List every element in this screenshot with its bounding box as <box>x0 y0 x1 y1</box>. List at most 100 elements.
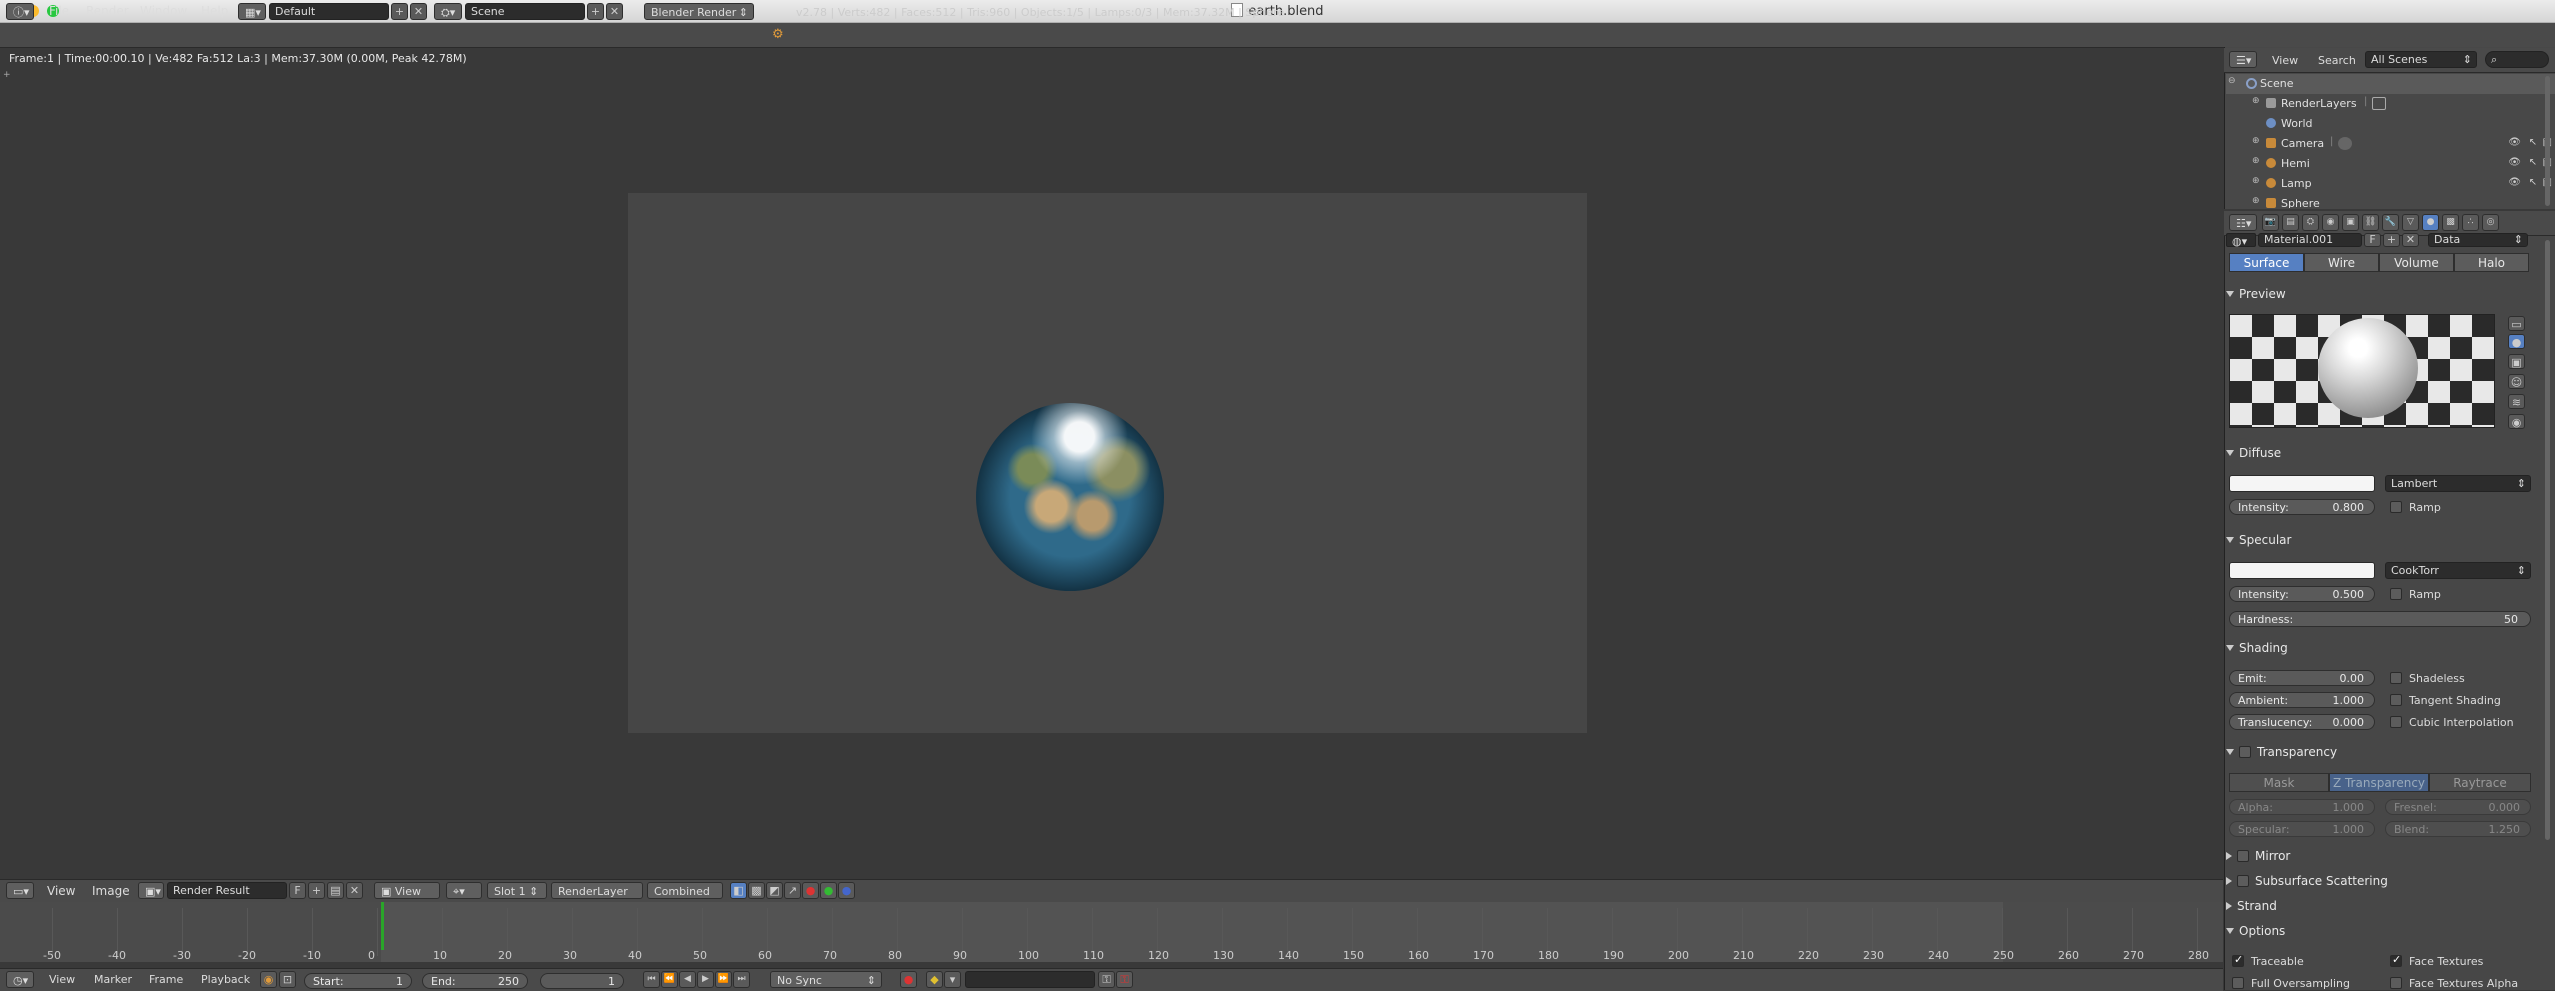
preview-flat-icon[interactable]: ▭ <box>2508 316 2525 331</box>
tangent-shading-checkbox[interactable] <box>2390 694 2402 706</box>
sss-checkbox[interactable] <box>2237 875 2249 887</box>
material-new-button[interactable]: + <box>2383 233 2400 247</box>
transparency-ztransparency-button[interactable]: Z Transparency <box>2329 773 2429 792</box>
context-data-icon[interactable]: ▽ <box>2402 214 2419 231</box>
lock-range-icon[interactable]: ⊡ <box>279 971 296 988</box>
menu-image[interactable]: Image <box>92 884 130 898</box>
mirror-checkbox[interactable] <box>2237 850 2249 862</box>
play-reverse-button[interactable]: ◀ <box>679 971 696 988</box>
full-oversampling-checkbox[interactable] <box>2232 977 2244 989</box>
diffuse-shader-dropdown[interactable]: Lambert ⇕ <box>2385 475 2531 492</box>
blue-channel-icon[interactable]: ● <box>838 882 855 899</box>
visibility-eye-icon[interactable]: 👁 <box>2508 137 2521 148</box>
context-particles-icon[interactable]: ∴ <box>2462 214 2479 231</box>
alpha-field[interactable]: Alpha: 1.000 <box>2229 799 2375 815</box>
outliner-type-icon[interactable]: ☰▾ <box>2229 51 2257 68</box>
expand-icon[interactable]: ⊕ <box>2252 136 2260 146</box>
start-frame-field[interactable]: Start: 1 <box>304 973 412 989</box>
jump-start-button[interactable]: ⏮ <box>643 971 660 988</box>
preview-range-icon[interactable]: ◉ <box>260 971 277 988</box>
menu-view[interactable]: View <box>47 884 75 898</box>
keying-icon[interactable]: ◆ <box>926 971 943 988</box>
tab-wire[interactable]: Wire <box>2304 253 2379 272</box>
image-name-field[interactable]: Render Result <box>167 882 287 899</box>
jump-end-button[interactable]: ⏭ <box>733 971 750 988</box>
view-mode-dropdown[interactable]: ▣ View ⇕ <box>374 882 440 915</box>
remove-scene-button[interactable]: ✕ <box>606 3 623 20</box>
outliner-item-world[interactable]: World <box>2226 114 2555 134</box>
shading-panel-header[interactable]: Shading <box>2226 641 2546 663</box>
menu-window[interactable]: Window <box>140 4 187 18</box>
emit-field[interactable]: Emit: 0.00 <box>2229 670 2375 686</box>
expand-icon[interactable]: ⊕ <box>2252 196 2260 206</box>
preview-monkey-icon[interactable]: ☺ <box>2508 374 2525 389</box>
end-frame-field[interactable]: End: 250 <box>422 973 528 989</box>
preview-panel-header[interactable]: Preview <box>2226 287 2546 309</box>
material-name-field[interactable]: Material.001 <box>2258 233 2362 247</box>
render-engine-dropdown[interactable]: Blender Render ⇕ <box>644 3 754 20</box>
remove-layout-button[interactable]: ✕ <box>410 3 427 20</box>
material-browse-icon[interactable]: ◍▾ <box>2226 233 2256 248</box>
visibility-eye-icon[interactable]: 👁 <box>2508 177 2521 188</box>
face-textures-checkbox[interactable]: ✓ <box>2390 953 2402 967</box>
outliner-search-input[interactable]: ⌕ <box>2485 51 2549 68</box>
corner-plus-icon[interactable]: + <box>3 70 11 80</box>
context-constraints-icon[interactable]: ⛓ <box>2362 214 2379 231</box>
preview-world-sphere-icon[interactable]: ◉ <box>2508 414 2525 429</box>
unlink-image-button[interactable]: ✕ <box>346 882 363 899</box>
context-material-icon[interactable]: ● <box>2422 214 2439 231</box>
menu-file[interactable]: File <box>49 4 69 18</box>
context-object-icon[interactable]: ▣ <box>2342 214 2359 231</box>
shadeless-checkbox[interactable] <box>2390 672 2402 684</box>
properties-scrollbar[interactable] <box>2545 240 2550 840</box>
open-image-button[interactable]: ▤ <box>327 882 344 899</box>
material-unlink-button[interactable]: ✕ <box>2402 233 2419 247</box>
outliner-menu-view[interactable]: View <box>2272 54 2298 67</box>
green-channel-icon[interactable]: ● <box>820 882 837 899</box>
preview-hair-icon[interactable]: ≋ <box>2508 394 2525 409</box>
traceable-checkbox[interactable]: ✓ <box>2232 953 2244 967</box>
display-alpha-icon[interactable]: ▩ <box>748 882 765 899</box>
scene-field[interactable]: Scene <box>465 3 585 20</box>
transparency-raytrace-button[interactable]: Raytrace <box>2429 773 2531 792</box>
layout-field[interactable]: Default <box>269 3 389 20</box>
image-browse-icon[interactable]: ▣▾ <box>138 882 164 899</box>
specular-color-swatch[interactable] <box>2229 562 2375 579</box>
outliner-item-hemi[interactable]: ⊕ Hemi 👁 ↖ ▣ <box>2226 154 2555 174</box>
outliner-item-lamp[interactable]: ⊕ Lamp 👁 ↖ ▣ <box>2226 174 2555 194</box>
image-editor-type-icon[interactable]: ▭▾ <box>6 882 34 899</box>
pivot-icon[interactable]: ⌖▾ <box>446 882 482 899</box>
context-scene-icon[interactable]: ⛭ <box>2302 214 2319 231</box>
context-render-icon[interactable]: 📷 <box>2262 214 2279 231</box>
face-textures-alpha-checkbox[interactable] <box>2390 977 2402 989</box>
outliner-scrollbar[interactable] <box>2545 76 2550 206</box>
select-arrow-icon[interactable]: ↖ <box>2529 177 2537 188</box>
timeline-menu-view[interactable]: View <box>49 973 75 986</box>
menu-marker[interactable]: Marker <box>94 973 132 986</box>
keying-set-field[interactable] <box>965 971 1095 988</box>
expand-icon[interactable]: ⊕ <box>2252 156 2260 166</box>
scene-icon[interactable]: ⛭▾ <box>434 3 462 20</box>
jump-keyframe-back-button[interactable]: ⏪ <box>661 971 678 988</box>
transparency-mask-button[interactable]: Mask <box>2229 773 2329 792</box>
expand-icon[interactable]: ⊖ <box>2228 76 2236 86</box>
context-texture-icon[interactable]: ▩ <box>2442 214 2459 231</box>
display-color-icon[interactable]: ◧ <box>730 882 747 899</box>
tab-volume[interactable]: Volume <box>2379 253 2454 272</box>
outliner-item-camera[interactable]: ⊕ Camera | 👁 ↖ ▣ <box>2226 134 2555 154</box>
tab-halo[interactable]: Halo <box>2454 253 2529 272</box>
play-button[interactable]: ▶ <box>697 971 714 988</box>
context-world-icon[interactable]: ◉ <box>2322 214 2339 231</box>
select-arrow-icon[interactable]: ↖ <box>2529 157 2537 168</box>
properties-type-icon[interactable]: ☷▾ <box>2229 214 2257 231</box>
screen-layout-icon[interactable]: ▦▾ <box>238 3 266 20</box>
delete-keyframe-icon[interactable]: ⚿ <box>1116 971 1133 988</box>
outliner-item-scene[interactable]: ⊖ Scene <box>2226 74 2555 94</box>
strand-panel-header[interactable]: Strand <box>2226 899 2546 921</box>
editor-type-menu[interactable]: ⓘ▾ <box>6 3 34 20</box>
blend-field[interactable]: Blend: 1.250 <box>2385 821 2531 837</box>
tab-surface[interactable]: Surface <box>2229 253 2304 272</box>
cubic-interpolation-checkbox[interactable] <box>2390 716 2402 728</box>
outliner-menu-search[interactable]: Search <box>2318 54 2356 67</box>
timeline-type-icon[interactable]: ◷▾ <box>6 971 34 988</box>
